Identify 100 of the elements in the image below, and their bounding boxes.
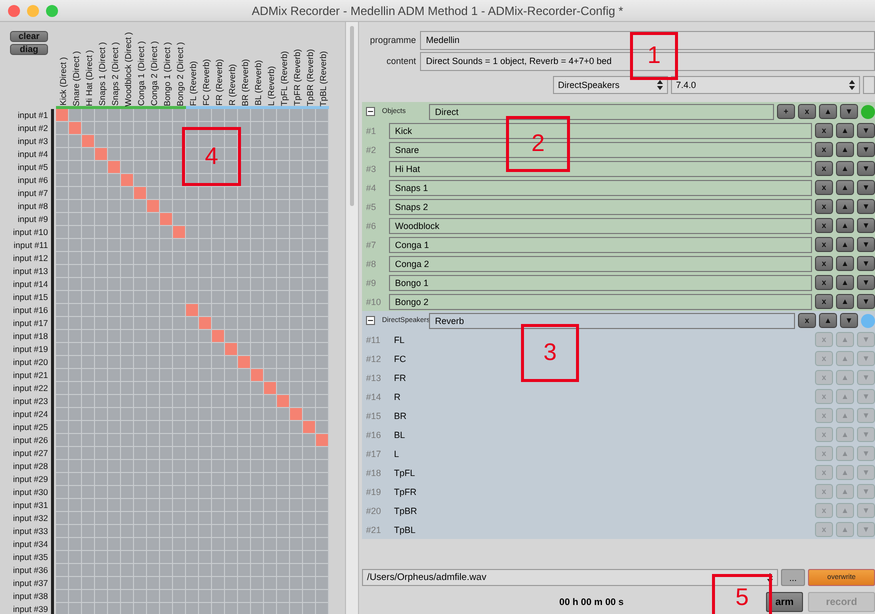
speaker-name: L	[393, 448, 400, 458]
group-name-field[interactable]: Reverb	[429, 312, 795, 328]
row-label: input #1	[16, 109, 49, 122]
scrollbar-thumb[interactable]	[350, 26, 354, 206]
annotation-box: 1	[630, 32, 678, 80]
row-label: input #34	[12, 538, 49, 551]
object-name-field[interactable]: Woodblock	[389, 218, 812, 234]
row-label: input #22	[12, 382, 49, 395]
item-action-button[interactable]: ▼	[857, 180, 875, 195]
row-label: input #38	[12, 590, 49, 603]
item-action-button[interactable]: x	[815, 294, 833, 309]
row-label: input #24	[12, 408, 49, 421]
object-name-field[interactable]: Bongo 2	[389, 294, 812, 310]
row-label: input #17	[12, 317, 49, 330]
group-action-button[interactable]: ▲	[819, 313, 837, 328]
annotation-box: 5	[712, 574, 772, 614]
item-action-button[interactable]: ▼	[857, 275, 875, 290]
item-number: #13	[366, 372, 382, 382]
row-label: input #27	[12, 447, 49, 460]
item-action-button[interactable]: ▼	[857, 123, 875, 138]
item-action-button[interactable]: ▲	[836, 275, 854, 290]
item-action-button[interactable]: ▼	[857, 218, 875, 233]
item-action-button[interactable]: ▲	[836, 142, 854, 157]
collapse-icon[interactable]	[366, 316, 375, 325]
item-action-button[interactable]: ▲	[836, 180, 854, 195]
minimize-button[interactable]	[27, 4, 39, 16]
item-action-button[interactable]: x	[815, 161, 833, 176]
item-action-button[interactable]: ▲	[836, 294, 854, 309]
arm-button[interactable]: arm	[766, 592, 803, 612]
side-button[interactable]	[863, 76, 875, 94]
row-label: input #13	[12, 265, 49, 278]
stepper-arrows-icon	[767, 572, 773, 582]
item-action-button[interactable]: x	[815, 218, 833, 233]
speaker-name: TpBR	[393, 506, 418, 516]
item-number: #17	[366, 448, 382, 458]
item-action-button[interactable]: ▲	[836, 237, 854, 252]
object-name-field[interactable]: Bongo 1	[389, 274, 812, 290]
row-label: input #18	[12, 330, 49, 343]
item-action-button[interactable]: ▲	[836, 218, 854, 233]
group-name-field[interactable]: Direct	[429, 104, 774, 120]
item-action-button[interactable]: x	[815, 142, 833, 157]
group-action-button[interactable]: +	[777, 104, 795, 119]
row-label: input #29	[12, 473, 49, 486]
maximize-button[interactable]	[46, 4, 58, 16]
item-number: #5	[366, 202, 378, 212]
item-action-button[interactable]: ▼	[857, 142, 875, 157]
annotation-box: 3	[521, 324, 579, 382]
item-action-button[interactable]: ▲	[836, 161, 854, 176]
row-label: input #10	[12, 226, 49, 239]
item-action-button[interactable]: ▼	[857, 237, 875, 252]
item-action-button[interactable]: ▲	[836, 256, 854, 271]
row-label: input #4	[16, 148, 49, 161]
layout-select[interactable]: 7.4.0	[671, 76, 860, 94]
item-number: #11	[366, 334, 382, 344]
group-action-button[interactable]: ▼	[840, 313, 858, 328]
item-number: #19	[366, 486, 382, 496]
item-action-button[interactable]: x	[815, 237, 833, 252]
item-action-button[interactable]: ▼	[857, 199, 875, 214]
item-action-button[interactable]: ▼	[857, 161, 875, 176]
item-number: #9	[366, 278, 378, 288]
item-action-button[interactable]: x	[815, 180, 833, 195]
object-name-field[interactable]: Snaps 2	[389, 198, 812, 214]
field-label: content	[385, 56, 416, 66]
stepper-arrows-icon	[849, 80, 855, 90]
row-label: input #9	[16, 213, 49, 226]
item-action-button[interactable]: x	[815, 256, 833, 271]
speaker-name: TpBL	[393, 524, 417, 534]
object-name-field[interactable]: Conga 1	[389, 236, 812, 252]
close-button[interactable]	[8, 4, 20, 16]
item-action-button[interactable]: ▼	[857, 256, 875, 271]
group-action-button[interactable]: ▼	[840, 104, 858, 119]
item-action-button[interactable]: x	[815, 275, 833, 290]
collapse-icon[interactable]	[366, 107, 375, 116]
item-action-button[interactable]: ▲	[836, 199, 854, 214]
item-number: #6	[366, 220, 378, 230]
object-name-field[interactable]: Hi Hat	[389, 160, 812, 176]
row-label: input #14	[12, 278, 49, 291]
row-label: input #37	[12, 577, 49, 590]
item-number: #3	[366, 164, 378, 174]
file-path-select[interactable]: /Users/Orpheus/admfile.wav	[362, 569, 778, 586]
item-number: #16	[366, 430, 382, 440]
speaker-name: BR	[393, 410, 408, 420]
browse-button[interactable]: ...	[781, 569, 805, 586]
item-action-button[interactable]: ▼	[857, 294, 875, 309]
row-label: input #12	[12, 252, 49, 265]
group-action-button[interactable]: x	[798, 313, 816, 328]
type-select[interactable]: DirectSpeakers	[553, 76, 668, 94]
group-action-button[interactable]: x	[798, 104, 816, 119]
object-name-field[interactable]: Conga 2	[389, 256, 812, 272]
item-number: #10	[366, 296, 382, 306]
row-label: input #28	[12, 460, 49, 473]
item-action-button[interactable]: x	[815, 123, 833, 138]
diag-button[interactable]: diag	[10, 44, 48, 55]
item-action-button[interactable]: ▲	[836, 123, 854, 138]
item-action-button[interactable]: x	[815, 199, 833, 214]
clear-button[interactable]: clear	[10, 31, 48, 42]
object-name-field[interactable]: Snaps 1	[389, 180, 812, 196]
group-action-button[interactable]: ▲	[819, 104, 837, 119]
row-label: input #2	[16, 122, 49, 135]
item-number: #7	[366, 240, 378, 250]
